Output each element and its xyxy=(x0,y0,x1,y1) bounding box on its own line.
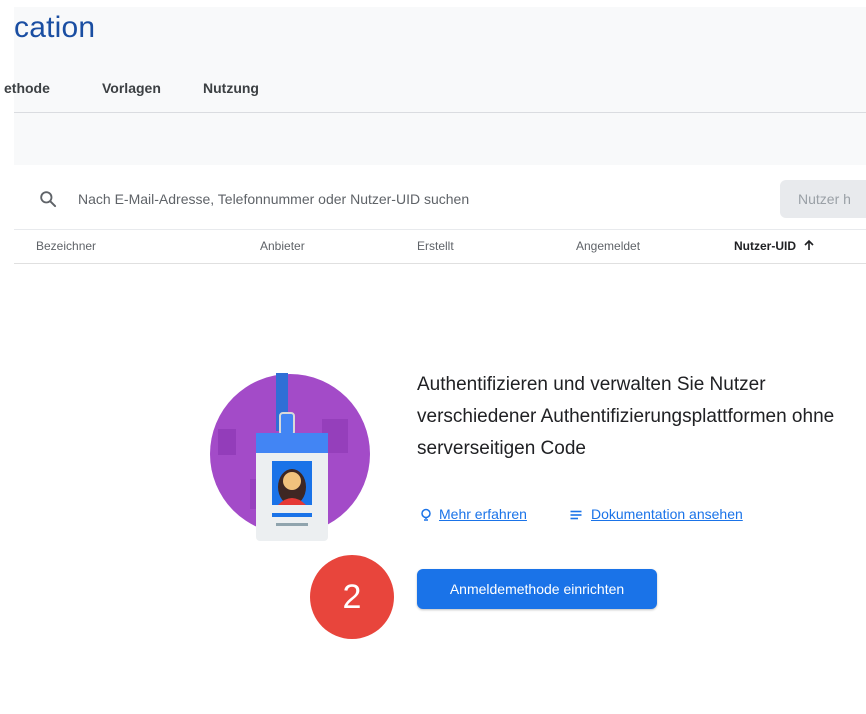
arrow-up-icon xyxy=(804,239,814,250)
learn-more-link[interactable]: Mehr erfahren xyxy=(439,506,527,522)
search-input[interactable] xyxy=(76,184,640,214)
column-header-created[interactable]: Erstellt xyxy=(417,229,454,263)
column-header-user-uid-label: Nutzer-UID xyxy=(734,239,796,253)
page-title: cation xyxy=(14,11,96,44)
tab-sign-in-method[interactable]: ethode xyxy=(4,80,50,96)
add-user-button[interactable]: Nutzer h xyxy=(780,180,866,218)
users-card: Nutzer h Bezeichner Anbieter Erstellt An… xyxy=(14,165,866,714)
tab-usage[interactable]: Nutzung xyxy=(203,80,259,96)
search-icon xyxy=(40,191,57,208)
id-badge-illustration xyxy=(210,373,370,541)
search-bar: Nutzer h xyxy=(14,165,866,230)
column-header-provider[interactable]: Anbieter xyxy=(260,229,305,263)
tab-templates[interactable]: Vorlagen xyxy=(102,80,161,96)
document-lines-icon xyxy=(570,510,582,520)
column-header-user-uid[interactable]: Nutzer-UID xyxy=(734,229,815,263)
column-header-signed-in[interactable]: Angemeldet xyxy=(576,229,640,263)
empty-state-title: Authentifizieren und verwalten Sie Nutze… xyxy=(417,374,835,459)
page-header: cation ethode Vorlagen Nutzung xyxy=(4,7,866,165)
table-header-divider xyxy=(14,263,866,264)
step-badge: 2 xyxy=(310,555,394,639)
lightbulb-icon xyxy=(421,508,431,521)
setup-sign-in-method-button[interactable]: Anmeldemethode einrichten xyxy=(417,569,657,609)
column-header-identifier[interactable]: Bezeichner xyxy=(36,229,96,263)
header-divider xyxy=(14,112,866,113)
view-docs-link[interactable]: Dokumentation ansehen xyxy=(591,506,743,522)
